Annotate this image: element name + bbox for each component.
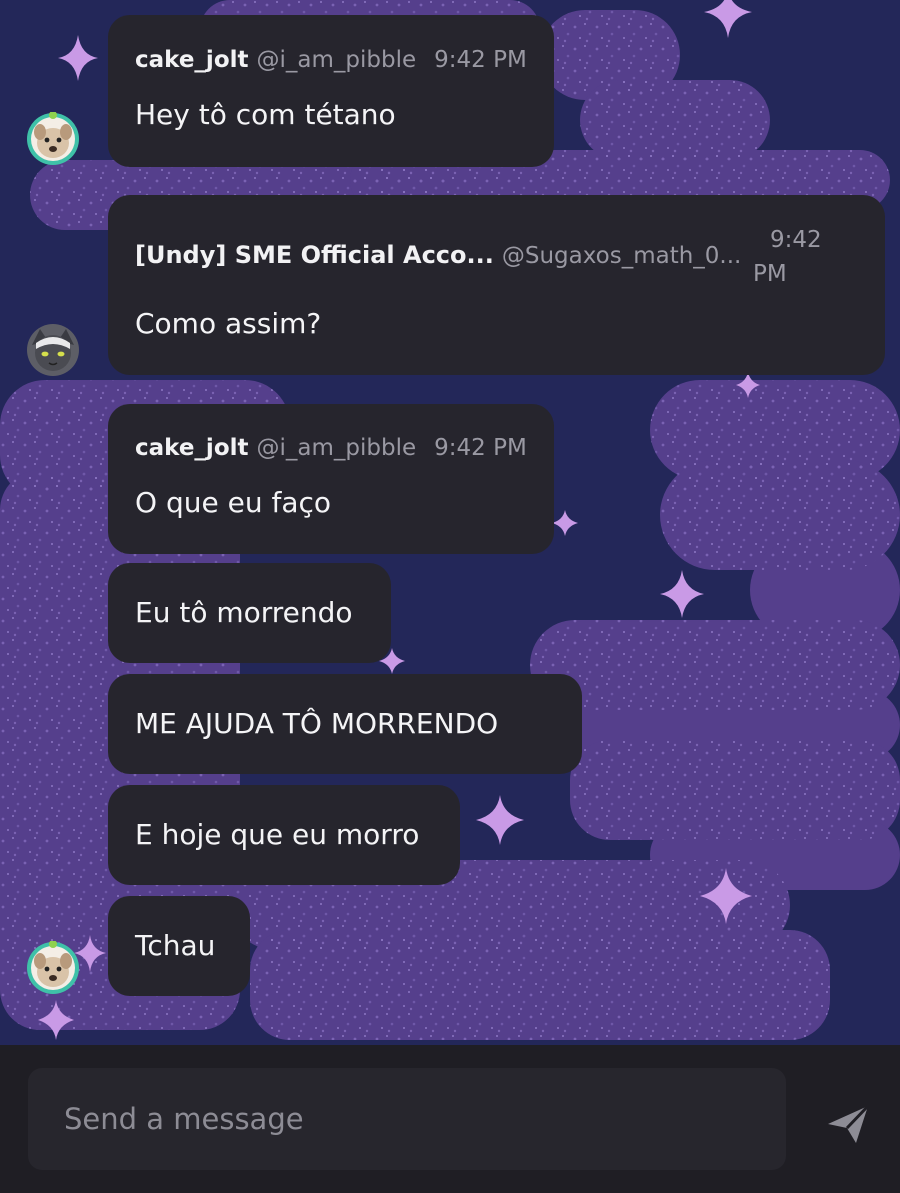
- message-header: [Undy] SME Official Acco... @Sugaxos_math…: [135, 241, 741, 269]
- timestamp-time: 9:42: [770, 227, 822, 253]
- cat-avatar-icon[interactable]: [26, 323, 80, 377]
- user-handle: @i_am_pibble: [256, 435, 417, 461]
- username[interactable]: cake_jolt: [135, 47, 249, 73]
- message-bubble[interactable]: ME AJUDA TÔ MORRENDO: [108, 674, 582, 774]
- message-text: E hoje que eu morro: [135, 818, 420, 851]
- timestamp: 9:42 PM: [434, 47, 527, 73]
- message-input[interactable]: [28, 1068, 786, 1170]
- message-composer: [0, 1045, 900, 1193]
- username[interactable]: cake_jolt: [135, 435, 249, 461]
- message-header: cake_jolt @i_am_pibble 9:42 PM: [135, 435, 527, 461]
- message-bubble[interactable]: Tchau: [108, 896, 250, 996]
- username[interactable]: [Undy] SME Official Acco...: [135, 241, 494, 269]
- user-handle: @i_am_pibble: [256, 47, 417, 73]
- user-handle: @Sugaxos_math_0...: [501, 243, 742, 269]
- message-bubble[interactable]: cake_jolt @i_am_pibble 9:42 PM Hey tô com …: [108, 15, 554, 167]
- message-bubble[interactable]: [Undy] SME Official Acco... @Sugaxos_math…: [108, 195, 885, 375]
- chat-screen: cake_jolt @i_am_pibble 9:42 PM Hey tô com …: [0, 0, 900, 1193]
- message-text: Tchau: [135, 929, 216, 962]
- message-text: Eu tô morrendo: [135, 596, 353, 629]
- timestamp: 9:42 PM: [753, 223, 822, 291]
- dog-avatar-icon[interactable]: [26, 941, 80, 995]
- message-text: Como assim?: [135, 307, 322, 340]
- message-text: O que eu faço: [135, 486, 331, 519]
- timestamp: 9:42 PM: [434, 435, 527, 461]
- message-text: ME AJUDA TÔ MORRENDO: [135, 707, 499, 740]
- timestamp-period: PM: [753, 261, 787, 287]
- dog-avatar-icon[interactable]: [26, 112, 80, 166]
- message-bubble[interactable]: E hoje que eu morro: [108, 785, 460, 885]
- message-bubble[interactable]: Eu tô morrendo: [108, 563, 391, 663]
- message-bubble[interactable]: cake_jolt @i_am_pibble 9:42 PM O que eu fa…: [108, 404, 554, 554]
- message-text: Hey tô com tétano: [135, 98, 396, 131]
- send-icon[interactable]: [822, 1097, 876, 1151]
- message-list[interactable]: cake_jolt @i_am_pibble 9:42 PM Hey tô com …: [0, 0, 900, 1045]
- message-header: cake_jolt @i_am_pibble 9:42 PM: [135, 47, 527, 73]
